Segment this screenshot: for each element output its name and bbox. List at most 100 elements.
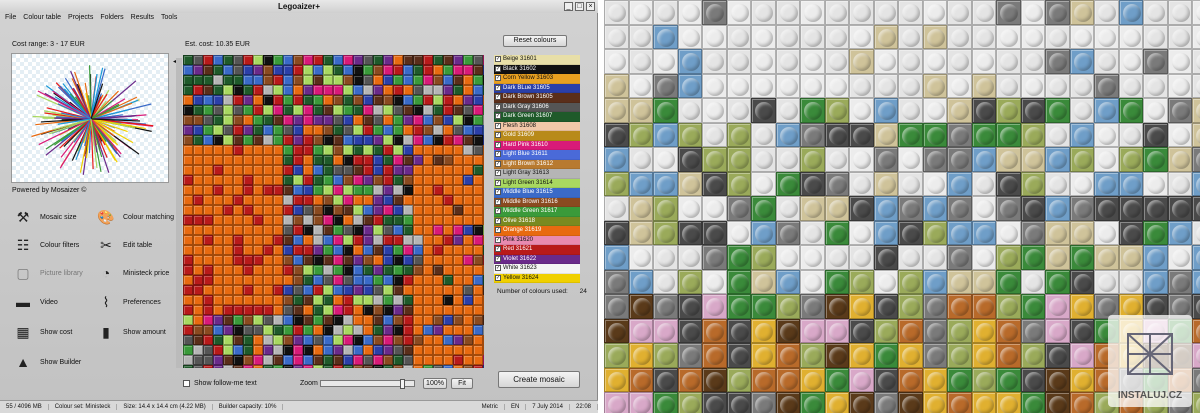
colour-checkbox[interactable]: ✓ [495, 84, 501, 91]
colour-item[interactable]: ✓ Beige 31601 [494, 55, 580, 65]
colour-checkbox[interactable]: ✓ [495, 217, 501, 224]
mosaic-tile [323, 185, 333, 195]
mosaic-scrollbar[interactable] [176, 58, 182, 368]
tool-picture-library[interactable]: ▢ Picture library [12, 263, 82, 283]
mosaic-tile [213, 225, 223, 235]
zoom-fit-button[interactable]: Fit [451, 378, 473, 389]
colour-item[interactable]: ✓ White 31623 [494, 264, 580, 274]
colour-item[interactable]: ✓ Light Brown 31612 [494, 159, 580, 169]
colour-item[interactable]: ✓ Yellow 31624 [494, 273, 580, 283]
minimize-button[interactable]: _ [564, 2, 573, 11]
colour-checkbox[interactable]: ✓ [495, 255, 501, 262]
colour-item[interactable]: ✓ Dark Green 31607 [494, 112, 580, 122]
tool-colour-matching[interactable]: 🎨 Colour matching [95, 207, 174, 227]
lego-brick [824, 196, 849, 221]
colour-checkbox[interactable]: ✓ [495, 274, 501, 281]
colour-item[interactable]: ✓ Dark BLue 31605 [494, 83, 580, 93]
colour-item[interactable]: ✓ Orange 31619 [494, 226, 580, 236]
mosaic-tile [473, 275, 483, 285]
mosaic-canvas[interactable] [183, 55, 484, 368]
colour-checkbox[interactable]: ✓ [495, 160, 501, 167]
colour-item[interactable]: ✓ Violet 31622 [494, 254, 580, 264]
tool-show-amount[interactable]: ▮ Show amount [95, 322, 166, 342]
menu-colour-table[interactable]: Colour table [23, 14, 61, 24]
mosaic-tile [383, 75, 393, 85]
colour-checkbox[interactable]: ✓ [495, 65, 501, 72]
tool-ministeck-price[interactable]: ◔ Ministeck price [95, 263, 170, 283]
language-flag-icon[interactable]: EN [505, 404, 527, 410]
colour-item[interactable]: ✓ Middle Brown 31616 [494, 197, 580, 207]
colour-item[interactable]: ✓ Red 31621 [494, 245, 580, 255]
mosaic-tile [323, 295, 333, 305]
colour-checkbox[interactable]: ✓ [495, 265, 501, 272]
close-button[interactable]: × [586, 2, 595, 11]
tool-show-builder[interactable]: ▲ Show Builder [12, 352, 81, 372]
menu-folders[interactable]: Folders [100, 14, 123, 24]
mosaic-tile [373, 85, 383, 95]
colour-item[interactable]: ✓ Black 31602 [494, 64, 580, 74]
colour-item[interactable]: ✓ Light Blue 31611 [494, 150, 580, 160]
lego-brick [1167, 171, 1192, 196]
lego-brick [800, 245, 825, 270]
reset-colours-button[interactable]: Reset colours [503, 35, 567, 47]
follow-me-checkbox[interactable] [183, 380, 190, 387]
colour-item[interactable]: ✓ Flesh 31608 [494, 121, 580, 131]
colour-checkbox[interactable]: ✓ [495, 151, 501, 158]
lego-stud [1196, 151, 1200, 169]
colour-checkbox[interactable]: ✓ [495, 141, 501, 148]
colour-item[interactable]: ✓ Pink 31620 [494, 235, 580, 245]
colour-checkbox[interactable]: ✓ [495, 94, 501, 101]
colour-item[interactable]: ✓ Corn Yellow 31603 [494, 74, 580, 84]
mosaic-tile [213, 325, 223, 335]
follow-me-toggle[interactable]: Show follow-me text [183, 380, 257, 387]
mosaic-tile [263, 245, 273, 255]
menu-results[interactable]: Results [131, 14, 154, 24]
colour-checkbox[interactable]: ✓ [495, 227, 501, 234]
colour-item[interactable]: ✓ Light Green 31614 [494, 178, 580, 188]
colour-item[interactable]: ✓ Middle Blue 31615 [494, 188, 580, 198]
colour-item[interactable]: ✓ Light Gray 31613 [494, 169, 580, 179]
tool-mosaic-size[interactable]: ⚒ Mosaic size [12, 207, 77, 227]
lego-stud [804, 249, 822, 267]
tool-preferences[interactable]: ⌇ Preferences [95, 292, 161, 312]
colour-checkbox[interactable]: ✓ [495, 189, 501, 196]
menu-file[interactable]: File [5, 14, 16, 24]
zoom-100-button[interactable]: 100% [423, 378, 447, 389]
zoom-slider-thumb[interactable] [400, 379, 406, 389]
colour-item[interactable]: ✓ Olive 31618 [494, 216, 580, 226]
lego-stud [755, 371, 773, 390]
colour-checkbox[interactable]: ✓ [495, 170, 501, 177]
colour-checkbox[interactable]: ✓ [495, 198, 501, 205]
colour-checkbox[interactable]: ✓ [495, 208, 501, 215]
colour-checkbox[interactable]: ✓ [495, 103, 501, 110]
colour-item[interactable]: ✓ Dark Gray 31606 [494, 102, 580, 112]
colour-checkbox[interactable]: ✓ [495, 246, 501, 253]
mosaic-tile [363, 225, 373, 235]
colour-checkbox[interactable]: ✓ [495, 236, 501, 243]
maximize-button[interactable]: □ [575, 2, 584, 11]
zoom-slider[interactable] [320, 379, 415, 389]
menu-tools[interactable]: Tools [161, 14, 177, 24]
colour-checkbox[interactable]: ✓ [495, 179, 501, 186]
colour-checkbox[interactable]: ✓ [495, 113, 501, 120]
tool-video[interactable]: ▬ Video [12, 292, 58, 312]
colour-checkbox[interactable]: ✓ [495, 56, 501, 63]
colour-item[interactable]: ✓ Hard Pink 31610 [494, 140, 580, 150]
lego-brick [1020, 318, 1045, 343]
create-mosaic-button[interactable]: Create mosaic [498, 371, 580, 388]
colour-checkbox[interactable]: ✓ [495, 132, 501, 139]
mosaic-tile [433, 85, 443, 95]
menu-projects[interactable]: Projects [68, 14, 93, 24]
tool-show-cost[interactable]: ▦ Show cost [12, 322, 72, 342]
mosaic-tile [273, 215, 283, 225]
lego-brick [604, 196, 629, 221]
colour-item[interactable]: ✓ Middle Green 31617 [494, 207, 580, 217]
mosaic-tile [253, 125, 263, 135]
tool-colour-filters[interactable]: ☷ Colour filters [12, 235, 80, 255]
colour-item[interactable]: ✓ Gold 31609 [494, 131, 580, 141]
colour-item[interactable]: ✓ Dark Brown 31605 [494, 93, 580, 103]
colour-checkbox[interactable]: ✓ [495, 75, 501, 82]
colour-checkbox[interactable]: ✓ [495, 122, 501, 129]
lego-brick [628, 392, 653, 413]
tool-edit-table[interactable]: ✂ Edit table [95, 235, 152, 255]
